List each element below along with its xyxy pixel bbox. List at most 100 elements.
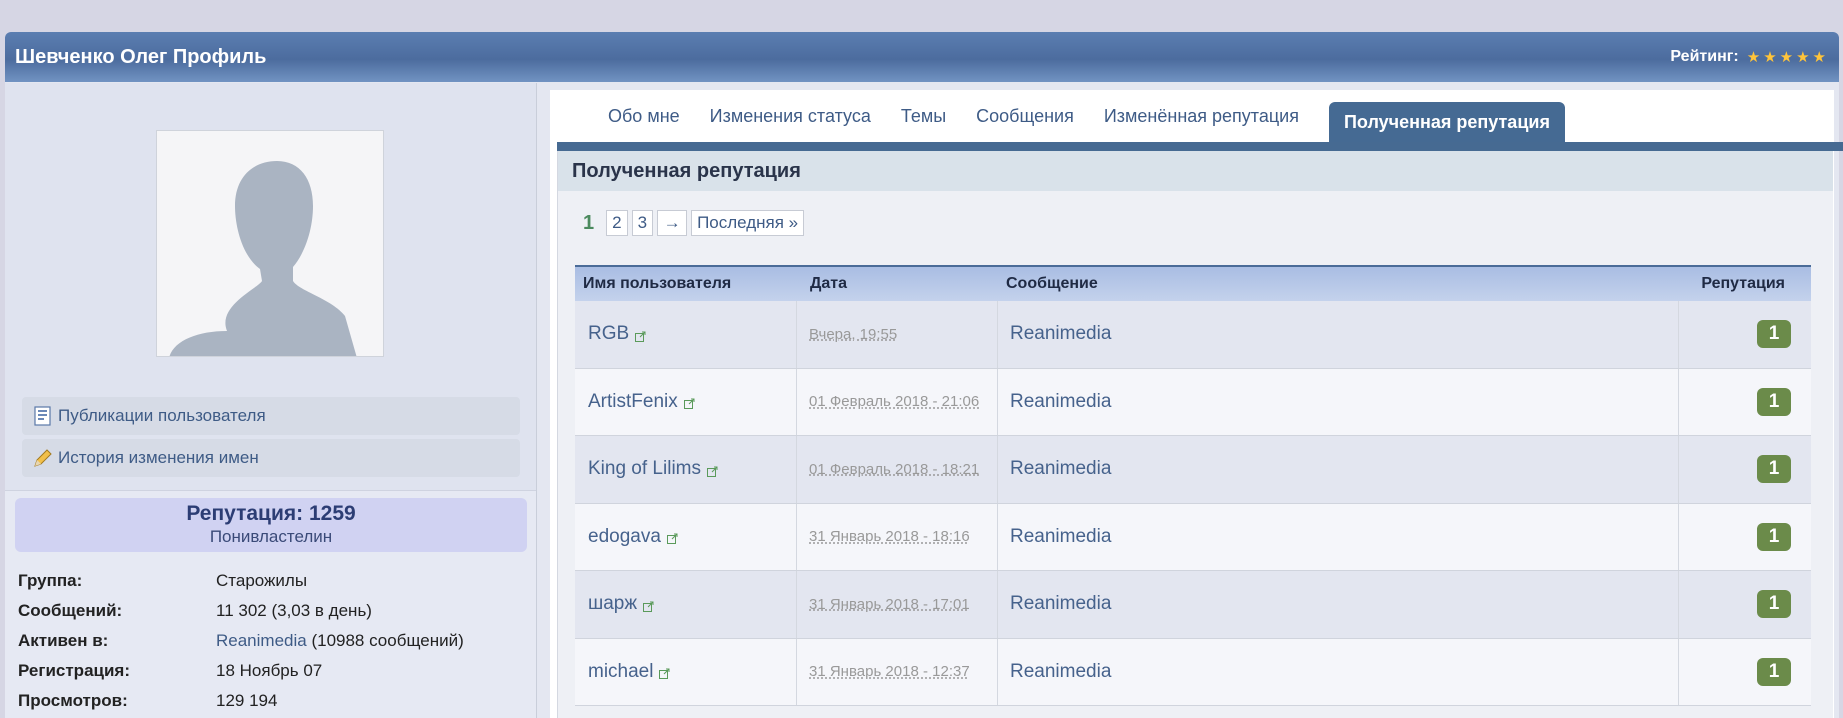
table-header: Имя пользователя Дата Сообщение Репутаци… [575, 265, 1811, 301]
tab-received-reputation[interactable]: Полученная репутация [1328, 102, 1565, 142]
cell-user: RGB [575, 301, 797, 368]
reputation-badge: 1 [1757, 455, 1791, 484]
tab-given-reputation[interactable]: Изменённая репутация [1089, 90, 1314, 142]
info-label: Группа: [18, 571, 83, 590]
external-link-icon[interactable] [666, 531, 678, 545]
cell-reputation: 1 [1679, 436, 1811, 503]
message-link[interactable]: Reanimedia [1010, 323, 1111, 345]
cell-reputation: 1 [1679, 301, 1811, 368]
avatar-area: Публикации пользователя История изменени… [5, 83, 536, 491]
profile-sidebar: Публикации пользователя История изменени… [5, 83, 537, 718]
sidebar-links: Публикации пользователя История изменени… [22, 397, 520, 481]
pagination: 1 2 3 → Последняя » [558, 191, 1833, 241]
name-history-label: История изменения имен [58, 448, 259, 467]
avatar [156, 130, 384, 357]
rating-stars-icon[interactable]: ★★★★★ [1747, 48, 1829, 66]
cell-date: Вчера, 19:55 [797, 301, 998, 368]
cell-user: edogava [575, 503, 797, 570]
date-text: 31 Январь 2018 - 12:37 [809, 663, 970, 681]
info-label: Регистрация: [18, 661, 131, 680]
next-page-link[interactable]: → [657, 210, 688, 236]
external-link-icon[interactable] [635, 329, 646, 342]
cell-date: 31 Январь 2018 - 17:01 [797, 571, 998, 638]
message-link[interactable]: Reanimedia [1010, 391, 1111, 413]
user-link[interactable]: edogava [588, 526, 661, 548]
cell-date: 31 Январь 2018 - 12:37 [797, 638, 998, 705]
message-link[interactable]: Reanimedia [1010, 593, 1111, 615]
section-title: Полученная репутация [558, 151, 1833, 191]
cell-user: ArtistFenix [575, 368, 797, 435]
date-text: 01 Февраль 2018 - 21:06 [809, 393, 980, 411]
cell-reputation: 1 [1679, 639, 1811, 706]
cell-user: King of Lilims [575, 436, 797, 503]
table-row: King of Lilims 01 Февраль 2018 - 18:21 Rea… [575, 436, 1811, 504]
user-link[interactable]: michael [588, 661, 653, 683]
tab-status-changes[interactable]: Изменения статуса [695, 90, 886, 142]
date-text: 31 Январь 2018 - 18:16 [809, 528, 970, 546]
table-row: шарж 31 Январь 2018 - 17:01 Reanimedia 1 [575, 571, 1811, 639]
column-header-user: Имя пользователя [583, 275, 732, 292]
user-link[interactable]: ArtistFenix [588, 391, 678, 413]
column-header-reputation: Репутация [1701, 275, 1785, 292]
user-link[interactable]: King of Lilims [588, 458, 701, 480]
profile-title: Шевченко Олег Профиль [15, 45, 267, 68]
external-link-icon[interactable] [683, 396, 695, 410]
column-header-message: Сообщение [1006, 275, 1098, 292]
user-publications-link[interactable]: Публикации пользователя [22, 397, 520, 435]
cell-date: 01 Февраль 2018 - 21:06 [797, 368, 998, 435]
tab-about[interactable]: Обо мне [593, 90, 695, 142]
info-value: 11 302 (3,03 в день) [216, 601, 372, 620]
profile-header: Шевченко Олег Профиль Рейтинг: ★★★★★ [5, 32, 1839, 82]
cell-message: Reanimedia [998, 436, 1679, 503]
page-3-link[interactable]: 3 [631, 210, 654, 236]
info-value: 18 Ноябрь 07 [216, 661, 323, 680]
cell-user: шарж [575, 571, 797, 638]
user-link[interactable]: шарж [588, 593, 637, 615]
page-2-link[interactable]: 2 [606, 210, 628, 236]
message-link[interactable]: Reanimedia [1010, 661, 1111, 683]
table-row: edogava 31 Январь 2018 - 18:16 Reanimedia 1 [575, 503, 1811, 571]
date-text: 31 Январь 2018 - 17:01 [809, 595, 970, 613]
external-link-icon[interactable] [707, 464, 718, 477]
cell-message: Reanimedia [998, 301, 1679, 368]
table-row: RGB Вчера, 19:55 Reanimedia 1 [575, 301, 1811, 369]
cell-message: Reanimedia [998, 571, 1679, 638]
active-in-link[interactable]: Reanimedia [216, 631, 307, 650]
info-row-registration: Регистрация: 18 Ноябрь 07 [18, 656, 528, 686]
name-history-link[interactable]: История изменения имен [22, 439, 520, 477]
rating-label: Рейтинг: [1670, 48, 1739, 65]
column-header-date: Дата [810, 275, 848, 292]
reputation-badge: 1 [1757, 590, 1791, 619]
reputation-value: Репутация: 1259 [186, 502, 356, 525]
last-page-link[interactable]: Последняя » [691, 210, 805, 236]
info-row-views: Просмотров: 129 194 [18, 686, 528, 716]
message-link[interactable]: Reanimedia [1010, 458, 1111, 480]
reputation-badge: 1 [1757, 657, 1791, 686]
date-text: Вчера, 19:55 [809, 325, 898, 343]
cell-message: Reanimedia [998, 503, 1679, 570]
reputation-badge: 1 [1757, 522, 1791, 551]
cell-reputation: 1 [1679, 571, 1811, 638]
table-row: michael 31 Январь 2018 - 12:37 Reanimedia 1 [575, 638, 1811, 706]
profile-info: Группа: Старожилы Сообщений: 11 302 (3,0… [18, 566, 528, 716]
info-label: Активен в: [18, 631, 109, 650]
cell-message: Reanimedia [998, 368, 1679, 435]
user-publications-label: Публикации пользователя [58, 406, 266, 425]
user-link[interactable]: RGB [588, 323, 629, 345]
cell-date: 01 Февраль 2018 - 18:21 [797, 436, 998, 503]
reputation-rank: Понивластелин [209, 527, 333, 546]
tab-posts[interactable]: Сообщения [961, 90, 1089, 142]
info-row-group: Группа: Старожилы [18, 566, 528, 596]
reputation-table: Имя пользователя Дата Сообщение Репутаци… [575, 265, 1811, 706]
cell-user: michael [575, 638, 797, 705]
cell-date: 31 Январь 2018 - 18:16 [797, 503, 998, 570]
cell-message: Reanimedia [998, 638, 1679, 705]
external-link-icon[interactable] [643, 599, 654, 612]
info-row-active-in: Активен в: Reanimedia (10988 сообщений) [18, 626, 528, 656]
tab-topics[interactable]: Темы [886, 90, 961, 142]
reputation-badge: 1 [1757, 320, 1791, 349]
info-value: Старожилы [216, 571, 308, 590]
external-link-icon[interactable] [659, 666, 670, 680]
message-link[interactable]: Reanimedia [1010, 526, 1111, 548]
info-row-posts: Сообщений: 11 302 (3,03 в день) [18, 596, 528, 626]
